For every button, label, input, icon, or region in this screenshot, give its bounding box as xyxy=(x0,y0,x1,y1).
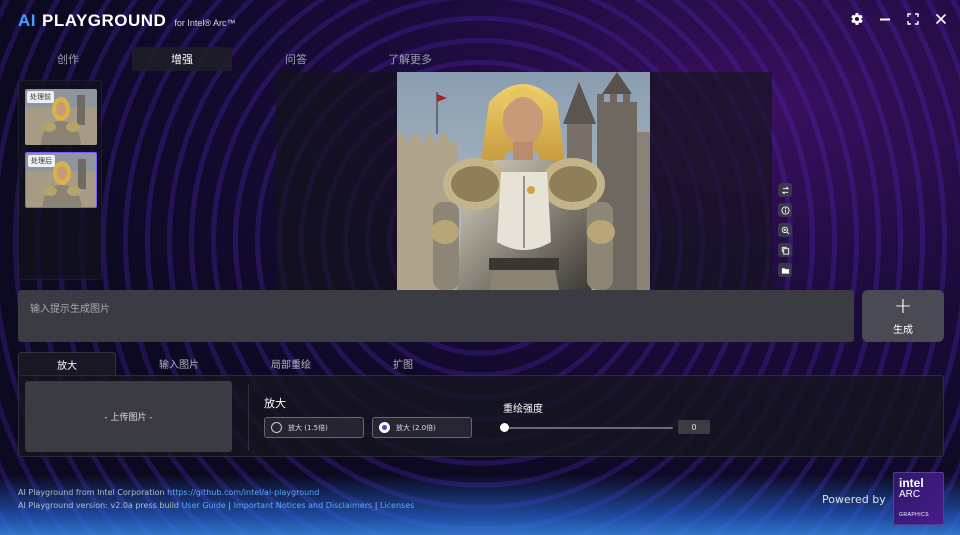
logo-playground: PLAYGROUND xyxy=(42,11,167,30)
window-controls xyxy=(848,10,950,28)
tab-inpaint[interactable]: 局部重绘 xyxy=(242,352,340,375)
footer-version: AI Playground version: v2.0a press build xyxy=(18,501,182,510)
intel-logo-line-2: ARC xyxy=(899,489,921,500)
upload-image-button[interactable]: - 上传图片 - xyxy=(25,381,232,452)
tab-enhance[interactable]: 增强 xyxy=(132,47,232,71)
radio-label: 放大 (2.0倍) xyxy=(396,423,436,432)
strength-title: 重绘强度 xyxy=(503,404,543,415)
footer-separator: | xyxy=(372,501,380,510)
folder-icon[interactable] xyxy=(778,263,792,277)
user-guide-link[interactable]: User Guide xyxy=(182,501,226,510)
radio-upscale-1-5x[interactable]: 放大 (1.5倍) xyxy=(264,417,364,438)
licenses-link[interactable]: Licenses xyxy=(380,501,414,510)
prompt-input[interactable] xyxy=(18,290,854,342)
radio-indicator xyxy=(271,422,282,433)
thumbnail-tag-before: 处理前 xyxy=(27,91,54,103)
swap-icon[interactable] xyxy=(778,183,792,197)
github-link[interactable]: https://github.com/intel/ai-playground xyxy=(167,488,319,497)
fullscreen-icon[interactable] xyxy=(904,10,922,28)
generate-button-label: 生成 xyxy=(893,324,913,336)
top-tabs: 创作 增强 问答 了解更多 xyxy=(18,47,474,71)
thumbnail-after[interactable]: 处理后 xyxy=(25,152,97,208)
intel-arc-logo: intel ARC GRAPHICS xyxy=(893,472,944,525)
slider-track xyxy=(500,427,673,429)
tab-image-input[interactable]: 输入图片 xyxy=(130,352,228,375)
copy-icon[interactable] xyxy=(778,243,792,257)
notices-link[interactable]: Important Notices and Disclaimers xyxy=(234,501,373,510)
strength-value[interactable]: 0 xyxy=(678,420,710,434)
tab-learn-more[interactable]: 了解更多 xyxy=(360,47,460,71)
plus-icon: + xyxy=(893,293,913,319)
strength-slider[interactable] xyxy=(500,423,673,433)
title-bar: AI PLAYGROUND for Intel® Arc™ xyxy=(0,0,960,40)
app-window: AI PLAYGROUND for Intel® Arc™ 创作 增强 问答 了… xyxy=(0,0,960,535)
enhance-mode-tabs: 放大 输入图片 局部重绘 扩图 xyxy=(18,352,466,375)
footer-separator: | xyxy=(225,501,234,510)
tab-outpaint[interactable]: 扩图 xyxy=(354,352,452,375)
panel-divider xyxy=(248,384,249,450)
upscale-title: 放大 xyxy=(264,397,286,410)
logo-ai: AI xyxy=(18,11,36,30)
enhance-settings-panel: - 上传图片 - 放大 放大 (1.5倍) 放大 (2.0倍) 重绘强度 0 xyxy=(18,375,944,457)
thumbnail-before[interactable]: 处理前 xyxy=(25,89,97,145)
tab-upscale[interactable]: 放大 xyxy=(18,352,116,375)
footer-credit: AI Playground from Intel Corporation xyxy=(18,488,168,497)
radio-label: 放大 (1.5倍) xyxy=(288,423,328,432)
radio-indicator xyxy=(379,422,390,433)
generated-image[interactable] xyxy=(397,72,650,290)
radio-upscale-2x[interactable]: 放大 (2.0倍) xyxy=(372,417,472,438)
app-logo: AI PLAYGROUND for Intel® Arc™ xyxy=(18,11,236,31)
footer-line-1: AI Playground from Intel Corporation htt… xyxy=(18,486,414,499)
footer-line-2: AI Playground version: v2.0a press build… xyxy=(18,499,414,512)
intel-logo-line-1: intel xyxy=(899,476,924,490)
thumbnail-tag-after: 处理后 xyxy=(28,155,55,167)
tab-qa[interactable]: 问答 xyxy=(246,47,346,71)
image-viewer xyxy=(276,72,772,290)
history-thumbnails: 处理前 处理后 xyxy=(18,80,102,280)
slider-handle[interactable] xyxy=(500,423,509,432)
zoom-in-icon[interactable] xyxy=(778,223,792,237)
gear-icon[interactable] xyxy=(848,10,866,28)
close-icon[interactable] xyxy=(932,10,950,28)
image-tools xyxy=(778,183,792,277)
minimize-icon[interactable] xyxy=(876,10,894,28)
info-icon[interactable] xyxy=(778,203,792,217)
powered-by-label: Powered by xyxy=(822,493,886,506)
footer: AI Playground from Intel Corporation htt… xyxy=(18,486,414,512)
intel-logo-line-3: GRAPHICS xyxy=(899,512,930,518)
generate-button[interactable]: + 生成 xyxy=(862,290,944,342)
tab-create[interactable]: 创作 xyxy=(18,47,118,71)
logo-subtitle: for Intel® Arc™ xyxy=(174,18,236,28)
